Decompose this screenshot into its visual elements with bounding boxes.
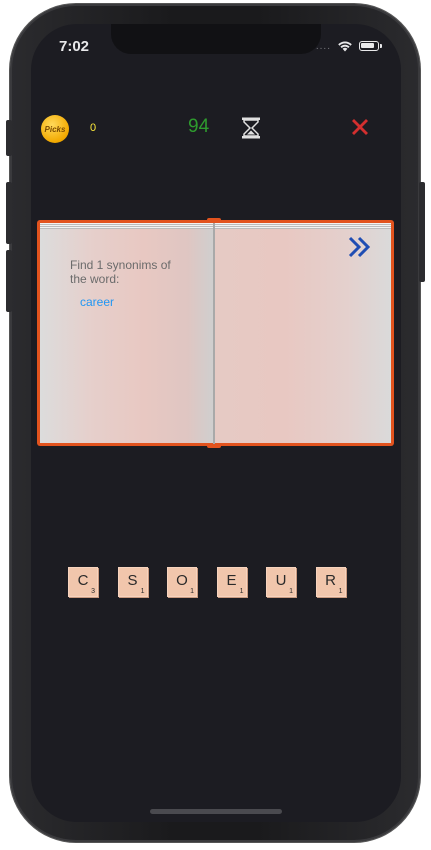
signal-icon: ....	[315, 40, 331, 52]
letter-tile[interactable]: R 1	[315, 567, 346, 597]
spine-tab-top	[207, 218, 221, 222]
hourglass-icon	[242, 117, 260, 139]
volume-up-button	[6, 182, 12, 244]
tile-score: 1	[289, 588, 293, 595]
close-icon[interactable]	[349, 116, 371, 138]
tile-letter: C	[77, 572, 89, 589]
spine-tab-bottom	[207, 444, 221, 448]
tile-score: 1	[190, 588, 194, 595]
letter-tile[interactable]: U 1	[266, 567, 296, 597]
tile-letter: U	[275, 572, 287, 589]
status-time: 7:02	[59, 38, 90, 55]
tile-letter: R	[325, 572, 336, 589]
battery-icon	[359, 41, 382, 51]
mute-switch	[6, 120, 12, 156]
tile-letter: E	[226, 572, 237, 589]
tile-score: 1	[338, 588, 343, 595]
letter-tile[interactable]: S 1	[117, 567, 148, 597]
volume-down-button	[6, 250, 12, 312]
letter-tile[interactable]: E 1	[216, 567, 247, 597]
screen: 7:02 .... Picks 0 94 Find 1 synonims of …	[31, 24, 401, 822]
right-page	[214, 229, 391, 443]
prompt-text: Find 1 synonims of the word:	[70, 258, 171, 286]
letter-tiles: C 3 S 1 O 1 E 1 U 1 R 1	[68, 567, 346, 597]
target-word: career	[80, 295, 115, 309]
tile-letter: S	[127, 572, 138, 589]
next-page-icon[interactable]	[348, 236, 372, 258]
tile-letter: O	[176, 572, 188, 589]
letter-tile[interactable]: C 3	[68, 567, 98, 597]
power-button	[419, 182, 425, 282]
countdown-timer: 94	[188, 116, 210, 137]
tile-score: 1	[140, 588, 145, 595]
book: Find 1 synonims of the word: career	[37, 218, 394, 448]
notch	[111, 24, 321, 54]
tile-score: 3	[91, 588, 95, 595]
picks-coin-icon[interactable]: Picks	[41, 115, 69, 143]
coin-count: 0	[90, 122, 97, 134]
status-icons: ....	[315, 39, 382, 53]
tile-score: 1	[239, 588, 244, 595]
wifi-icon	[338, 41, 352, 52]
book-spine	[213, 223, 215, 446]
letter-tile[interactable]: O 1	[167, 567, 197, 597]
home-indicator[interactable]	[150, 809, 282, 814]
